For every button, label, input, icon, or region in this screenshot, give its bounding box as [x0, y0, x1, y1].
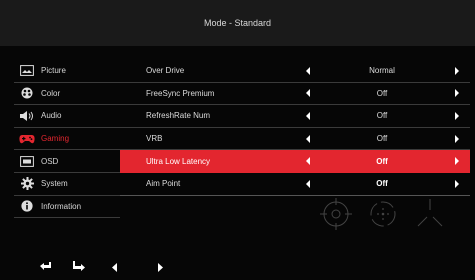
sidebar-item-color[interactable]: Color	[14, 83, 120, 106]
setting-value: Off	[376, 134, 388, 144]
right-arrow-icon[interactable]	[453, 88, 461, 98]
left-arrow-icon[interactable]	[304, 88, 312, 98]
sidebar-item-label: Color	[41, 88, 61, 98]
menu-header: Mode - Standard	[0, 0, 475, 46]
setting-label: FreeSync Premium	[146, 88, 215, 98]
sidebar-item-osd[interactable]: OSD	[14, 150, 120, 173]
sidebar-item-picture[interactable]: Picture	[14, 60, 120, 83]
sidebar-item-label: System	[41, 179, 68, 189]
setting-label: Over Drive	[146, 66, 185, 76]
sidebar-item-gaming[interactable]: Gaming	[14, 128, 120, 151]
info-icon	[19, 200, 35, 212]
sidebar-item-label: Information	[41, 201, 82, 211]
left-arrow-icon[interactable]	[304, 111, 312, 121]
left-arrow-icon[interactable]	[304, 134, 312, 144]
crosshair-dashed-circle-icon[interactable]	[365, 196, 401, 232]
left-arrow-icon[interactable]	[112, 263, 118, 272]
crosshair-tri-line-icon[interactable]	[412, 196, 448, 232]
right-arrow-icon[interactable]	[453, 134, 461, 144]
setting-row-over-drive[interactable]: Over Drive Normal	[120, 60, 470, 83]
setting-value: Off	[376, 179, 388, 189]
left-arrow-icon[interactable]	[304, 156, 312, 166]
sidebar-item-label: Picture	[41, 66, 66, 76]
gamepad-icon	[19, 133, 35, 145]
setting-value: Off	[376, 88, 388, 98]
setting-row-freesync-premium[interactable]: FreeSync Premium Off	[120, 83, 470, 106]
gear-icon	[19, 177, 35, 191]
setting-label: VRB	[146, 134, 163, 144]
picture-icon	[19, 65, 35, 77]
crosshair-circle-dot-icon[interactable]	[318, 196, 354, 232]
left-arrow-icon[interactable]	[304, 179, 312, 189]
aim-point-options	[318, 194, 448, 234]
bottom-control-bar	[0, 252, 475, 280]
right-arrow-icon[interactable]	[453, 111, 461, 121]
sidebar-item-label: OSD	[41, 156, 59, 166]
sidebar-item-label: Gaming	[41, 134, 70, 144]
sidebar: Picture Color Audio Gaming OSD System In…	[14, 60, 120, 219]
setting-row-aim-point[interactable]: Aim Point Off	[120, 173, 470, 196]
right-arrow-icon[interactable]	[157, 263, 163, 272]
right-arrow-icon[interactable]	[453, 156, 461, 166]
setting-label: Aim Point	[146, 179, 181, 189]
osd-icon	[19, 155, 35, 167]
right-arrow-icon[interactable]	[453, 179, 461, 189]
sidebar-item-system[interactable]: System	[14, 173, 120, 196]
setting-row-vrb[interactable]: VRB Off	[120, 128, 470, 151]
setting-value: Normal	[369, 66, 395, 76]
osd-menu: Mode - Standard Picture Color Audio Gami…	[0, 0, 475, 280]
left-arrow-icon[interactable]	[304, 66, 312, 76]
enter-arrow-icon[interactable]	[72, 261, 86, 272]
mode-title: Mode - Standard	[203, 18, 272, 28]
sidebar-item-information[interactable]: Information	[14, 196, 120, 219]
sidebar-item-audio[interactable]: Audio	[14, 105, 120, 128]
setting-row-refreshrate-num[interactable]: RefreshRate Num Off	[120, 105, 470, 128]
audio-icon	[19, 110, 35, 122]
setting-row-ultra-low-latency[interactable]: Ultra Low Latency Off	[120, 150, 470, 173]
sidebar-item-label: Audio	[41, 111, 62, 121]
setting-value: Off	[376, 156, 388, 166]
right-arrow-icon[interactable]	[453, 66, 461, 76]
setting-label: Ultra Low Latency	[146, 156, 211, 166]
settings-list: Over Drive Normal FreeSync Premium Off R…	[120, 60, 470, 196]
setting-value: Off	[376, 111, 388, 121]
color-icon	[19, 87, 35, 99]
back-arrow-icon[interactable]	[39, 262, 53, 272]
setting-label: RefreshRate Num	[146, 111, 211, 121]
